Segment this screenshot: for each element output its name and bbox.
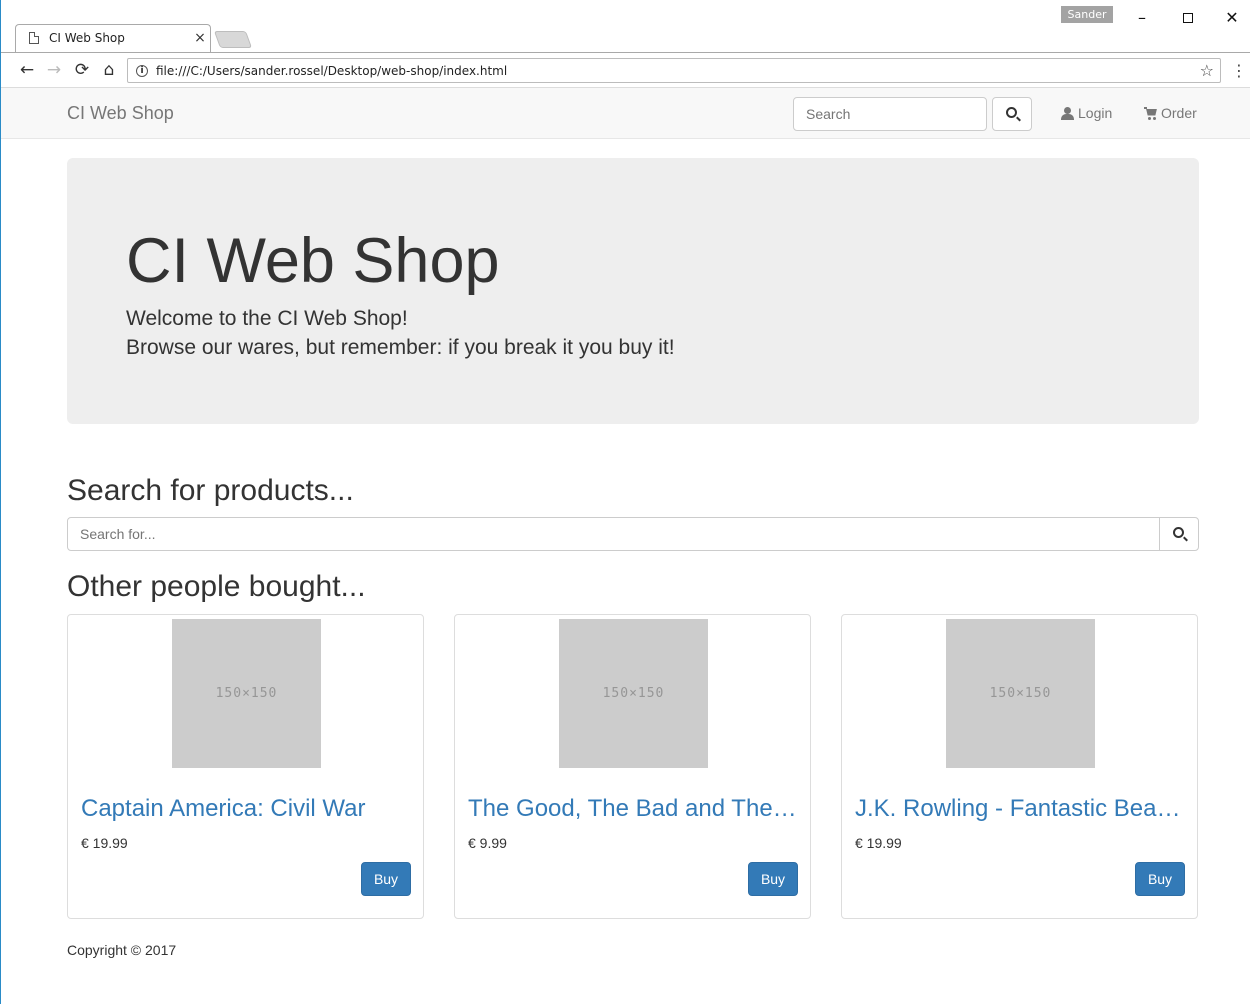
order-link[interactable]: Order xyxy=(1144,105,1197,121)
buy-button[interactable]: Buy xyxy=(748,862,798,896)
new-tab-button[interactable] xyxy=(213,31,253,48)
search-icon xyxy=(1173,527,1184,538)
jumbotron-welcome: Welcome to the CI Web Shop! xyxy=(126,307,408,330)
login-link[interactable]: Login xyxy=(1061,105,1112,121)
navbar-search-button[interactable] xyxy=(992,97,1032,131)
back-icon[interactable]: ← xyxy=(16,59,38,81)
browser-tab[interactable]: CI Web Shop × xyxy=(15,24,211,52)
menu-icon[interactable]: ⋮ xyxy=(1231,61,1247,80)
product-thumbnail[interactable]: 150×150 xyxy=(946,619,1095,768)
login-label: Login xyxy=(1078,105,1113,121)
product-card: 150×150 The Good, The Bad and The Ugly €… xyxy=(454,614,811,919)
search-heading: Search for products... xyxy=(67,474,354,507)
product-search-input[interactable] xyxy=(67,517,1160,551)
maximize-icon[interactable] xyxy=(1173,8,1203,30)
navbar-brand[interactable]: CI Web Shop xyxy=(67,103,174,124)
cart-icon xyxy=(1144,106,1158,120)
product-price: € 19.99 xyxy=(855,835,902,851)
browser-toolbar: ← → ⟳ ⌂ i file:///C:/Users/sander.rossel… xyxy=(1,52,1250,88)
address-bar-url: file:///C:/Users/sander.rossel/Desktop/w… xyxy=(156,63,508,78)
tab-close-icon[interactable]: × xyxy=(189,30,211,46)
product-title-link[interactable]: The Good, The Bad and The Ugly xyxy=(468,795,800,823)
doc-icon xyxy=(29,32,39,44)
product-thumbnail[interactable]: 150×150 xyxy=(559,619,708,768)
product-card: 150×150 J.K. Rowling - Fantastic Beasts … xyxy=(841,614,1198,919)
buy-button[interactable]: Buy xyxy=(361,862,411,896)
products-heading: Other people bought... xyxy=(67,570,366,603)
forward-icon[interactable]: → xyxy=(43,59,65,81)
product-price: € 19.99 xyxy=(81,835,128,851)
home-icon[interactable]: ⌂ xyxy=(98,59,120,81)
jumbotron-title: CI Web Shop xyxy=(126,226,500,296)
product-search-group xyxy=(67,517,1199,551)
reload-icon[interactable]: ⟳ xyxy=(71,59,93,81)
search-icon xyxy=(1006,107,1017,118)
info-icon[interactable]: i xyxy=(136,64,148,77)
footer-copyright: Copyright © 2017 xyxy=(67,942,177,958)
jumbotron-tagline: Browse our wares, but remember: if you b… xyxy=(126,336,675,359)
order-label: Order xyxy=(1161,105,1197,121)
web-page: CI Web Shop Login Order CI Web Shop Welc… xyxy=(0,88,1250,1004)
product-search-button[interactable] xyxy=(1159,517,1199,551)
profile-badge[interactable]: Sander xyxy=(1061,6,1113,23)
product-price: € 9.99 xyxy=(468,835,507,851)
product-thumbnail[interactable]: 150×150 xyxy=(172,619,321,768)
browser-chrome: CI Web Shop × Sander – ✕ ← → ⟳ ⌂ i file:… xyxy=(0,0,1250,88)
navbar-search-input[interactable] xyxy=(793,97,987,131)
address-bar[interactable]: i file:///C:/Users/sander.rossel/Desktop… xyxy=(127,58,1221,83)
user-icon xyxy=(1061,106,1074,120)
navbar: CI Web Shop Login Order xyxy=(1,88,1250,139)
product-card: 150×150 Captain America: Civil War € 19.… xyxy=(67,614,424,919)
product-title-link[interactable]: Captain America: Civil War xyxy=(81,795,413,823)
star-icon[interactable]: ☆ xyxy=(1200,61,1214,80)
minimize-icon[interactable]: – xyxy=(1127,8,1157,30)
tab-title: CI Web Shop xyxy=(49,31,125,45)
jumbotron: CI Web Shop Welcome to the CI Web Shop! … xyxy=(67,158,1199,424)
buy-button[interactable]: Buy xyxy=(1135,862,1185,896)
product-title-link[interactable]: J.K. Rowling - Fantastic Beasts and Wher… xyxy=(855,795,1187,823)
close-window-icon[interactable]: ✕ xyxy=(1217,8,1247,30)
tab-strip: CI Web Shop × Sander – ✕ xyxy=(1,0,1250,52)
